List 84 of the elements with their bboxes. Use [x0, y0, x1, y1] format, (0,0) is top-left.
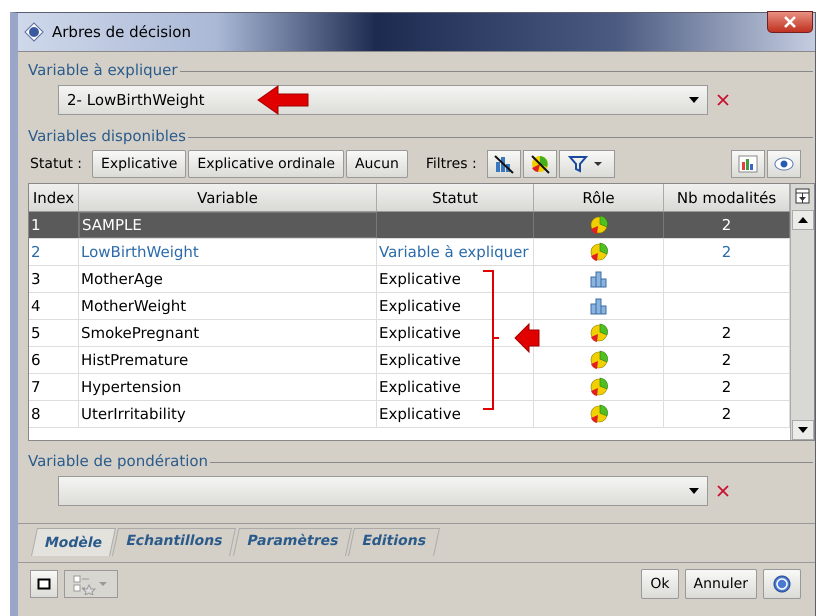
table-cell: UterIrritability: [79, 401, 377, 427]
table-cell: SmokePregnant: [79, 320, 377, 346]
filter-button[interactable]: [486, 150, 521, 178]
status-button[interactable]: Aucun: [346, 150, 408, 178]
table-row[interactable]: 6 HistPremature Explicative 2: [29, 347, 790, 374]
down-arrow-icon: [798, 427, 808, 433]
filters-label: Filtres :: [426, 156, 477, 172]
table-cell: Hypertension: [79, 374, 377, 400]
caret-icon: [689, 488, 699, 494]
table-row[interactable]: 7 Hypertension Explicative 2: [29, 374, 790, 401]
scrollbar[interactable]: [790, 184, 814, 440]
clear-icon[interactable]: [716, 484, 730, 498]
table-row[interactable]: 1 SAMPLE 2: [29, 212, 790, 239]
table-row[interactable]: 2 LowBirthWeight Variable à expliquer 2: [29, 239, 790, 266]
tab[interactable]: Editions: [348, 528, 440, 556]
table-cell: SAMPLE: [79, 212, 377, 238]
bar-chart-crossed-icon: [492, 154, 515, 174]
chart-button[interactable]: [731, 150, 765, 178]
pie-chart-icon: [588, 323, 610, 343]
table-cell: Explicative: [377, 293, 534, 319]
checklist-dropdown-button[interactable]: [64, 570, 118, 598]
column-header[interactable]: Statut: [377, 184, 534, 211]
tab[interactable]: Modèle: [31, 528, 116, 556]
section-title: Variable de pondération: [28, 452, 210, 470]
status-button[interactable]: Explicative: [92, 150, 186, 178]
section-title: Variable à expliquer: [28, 61, 179, 79]
status-button[interactable]: Explicative ordinale: [188, 150, 344, 178]
status-label: Statut :: [30, 156, 82, 172]
table-cell: MotherWeight: [79, 293, 377, 319]
close-icon: [783, 16, 797, 28]
table-cell: LowBirthWeight: [79, 239, 377, 265]
table-cell: 2: [29, 239, 79, 265]
table-row[interactable]: 4 MotherWeight Explicative: [29, 293, 790, 320]
close-button[interactable]: [767, 11, 813, 33]
table-cell: 5: [29, 320, 79, 346]
histogram-icon: [588, 297, 610, 315]
table-cell: 1: [29, 212, 79, 238]
table-cell: Explicative: [377, 374, 534, 400]
arrow-drawing: [256, 84, 310, 116]
table-row[interactable]: 8 UterIrritability Explicative 2: [29, 401, 790, 428]
table-row[interactable]: 3 MotherAge Explicative: [29, 266, 790, 293]
pie-chart-icon: [588, 350, 610, 370]
table-cell: 3: [29, 266, 79, 292]
filter-button[interactable]: [522, 150, 557, 178]
table-cell: 7: [29, 374, 79, 400]
arrow-drawing: [514, 323, 540, 353]
table-cell: HistPremature: [79, 347, 377, 373]
clear-icon[interactable]: [716, 93, 730, 107]
table-cell: Explicative: [377, 401, 534, 427]
bar-chart-icon: [737, 154, 759, 174]
window-button[interactable]: [30, 570, 58, 598]
pie-chart-icon: [588, 242, 610, 262]
filter-dropdown-button[interactable]: [558, 150, 615, 178]
help-icon: [772, 574, 792, 594]
tab[interactable]: Echantillons: [112, 528, 237, 556]
table-cell: Explicative: [377, 266, 534, 292]
up-arrow-icon: [798, 217, 808, 223]
pie-crossed-icon: [528, 154, 551, 174]
table-cell: Variable à expliquer: [377, 239, 534, 265]
table-cell: MotherAge: [79, 266, 377, 292]
table-cell: 6: [29, 347, 79, 373]
scroll-up-button[interactable]: [792, 210, 814, 230]
pie-chart-icon: [588, 404, 610, 424]
help-button[interactable]: [763, 569, 801, 599]
histogram-icon: [588, 270, 610, 288]
weight-variable-dropdown[interactable]: [58, 476, 708, 506]
view-button[interactable]: [767, 150, 801, 178]
pie-chart-icon: [588, 377, 610, 397]
target-variable-dropdown[interactable]: 2- LowBirthWeight: [58, 85, 708, 115]
pie-chart-icon: [588, 215, 610, 235]
caret-icon: [689, 97, 699, 103]
dialog-button[interactable]: Ok: [641, 569, 679, 599]
dialog-button[interactable]: Annuler: [684, 569, 757, 599]
column-header[interactable]: Rôle: [534, 184, 664, 211]
column-header[interactable]: Variable: [79, 184, 377, 211]
scroll-down-button[interactable]: [792, 420, 814, 440]
window-icon: [37, 578, 51, 590]
section-title: Variables disponibles: [28, 127, 187, 145]
app-icon: [24, 22, 44, 42]
table-cell: 4: [29, 293, 79, 319]
column-header[interactable]: Index: [29, 184, 79, 211]
table-cell: 8: [29, 401, 79, 427]
window-title: Arbres de décision: [52, 23, 191, 41]
tab[interactable]: Paramètres: [232, 528, 352, 556]
